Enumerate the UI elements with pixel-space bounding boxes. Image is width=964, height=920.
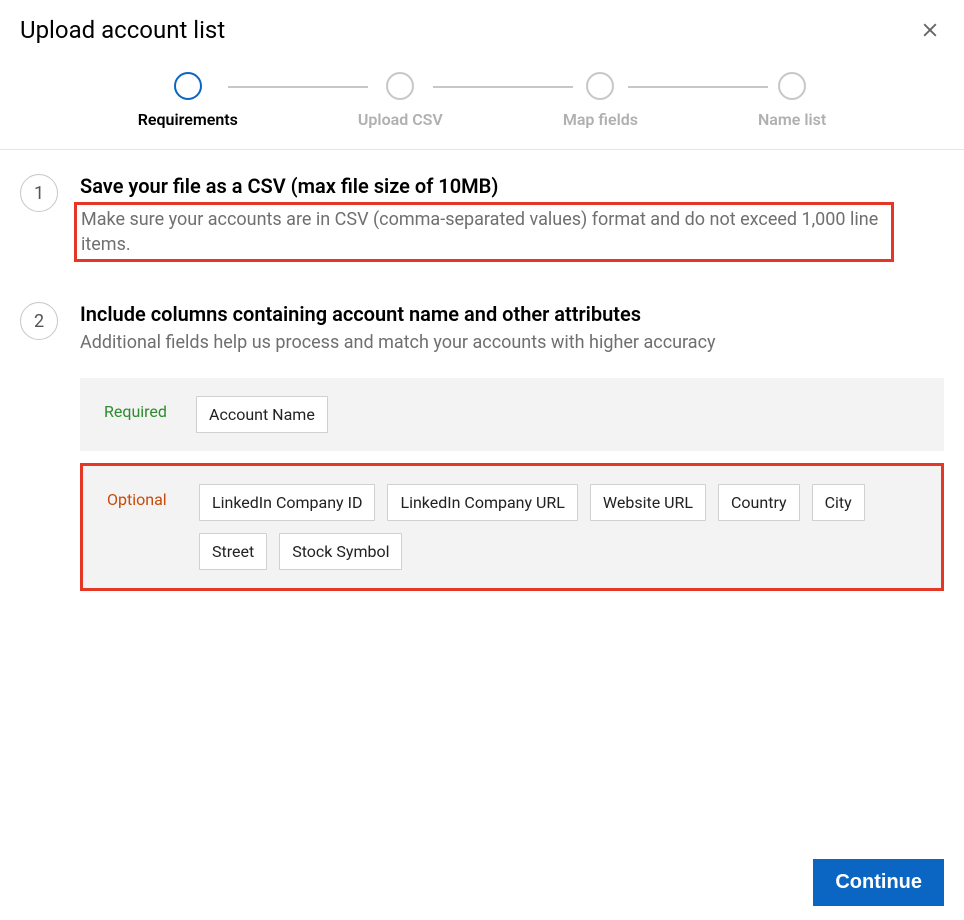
stepper: Requirements Upload CSV Map fields Name … (0, 44, 964, 150)
required-label: Required (104, 396, 178, 421)
continue-button[interactable]: Continue (813, 859, 944, 906)
step-label: Requirements (138, 110, 238, 129)
step-map-fields[interactable]: Map fields (563, 72, 638, 129)
step-circle-icon (174, 72, 202, 100)
chip-country: Country (718, 484, 800, 521)
required-fields-box: Required Account Name (80, 378, 944, 451)
modal-header: Upload account list (0, 0, 964, 44)
step-name-list[interactable]: Name list (758, 72, 826, 129)
optional-label: Optional (107, 484, 181, 509)
chip-stock-symbol: Stock Symbol (279, 533, 402, 570)
requirement-number: 1 (20, 174, 58, 212)
chip-website-url: Website URL (590, 484, 706, 521)
modal-title: Upload account list (20, 16, 225, 44)
close-icon (920, 20, 940, 40)
step-label: Map fields (563, 110, 638, 129)
chip-city: City (812, 484, 865, 521)
requirement-2-description: Additional fields help us process and ma… (80, 330, 900, 355)
step-label: Name list (758, 110, 826, 129)
step-requirements[interactable]: Requirements (138, 72, 238, 129)
step-upload-csv[interactable]: Upload CSV (358, 72, 443, 129)
step-connector (228, 86, 368, 88)
step-connector (628, 86, 768, 88)
footer: Continue (813, 859, 944, 906)
chip-linkedin-company-id: LinkedIn Company ID (199, 484, 375, 521)
step-circle-icon (586, 72, 614, 100)
step-circle-icon (778, 72, 806, 100)
step-connector (433, 86, 573, 88)
requirement-2: 2 Include columns containing account nam… (20, 302, 944, 590)
requirement-1: 1 Save your file as a CSV (max file size… (20, 174, 944, 262)
optional-chips: LinkedIn Company ID LinkedIn Company URL… (199, 484, 917, 570)
chip-street: Street (199, 533, 267, 570)
chip-linkedin-company-url: LinkedIn Company URL (387, 484, 577, 521)
required-chips: Account Name (196, 396, 920, 433)
optional-fields-box: Optional LinkedIn Company ID LinkedIn Co… (80, 463, 944, 591)
step-circle-icon (386, 72, 414, 100)
close-button[interactable] (916, 16, 944, 44)
requirement-1-description: Make sure your accounts are in CSV (comm… (74, 202, 894, 262)
content-area: 1 Save your file as a CSV (max file size… (0, 150, 964, 591)
requirement-1-title: Save your file as a CSV (max file size o… (80, 174, 944, 198)
chip-account-name: Account Name (196, 396, 328, 433)
step-label: Upload CSV (358, 110, 443, 129)
requirement-number: 2 (20, 302, 58, 340)
requirement-2-title: Include columns containing account name … (80, 302, 944, 326)
